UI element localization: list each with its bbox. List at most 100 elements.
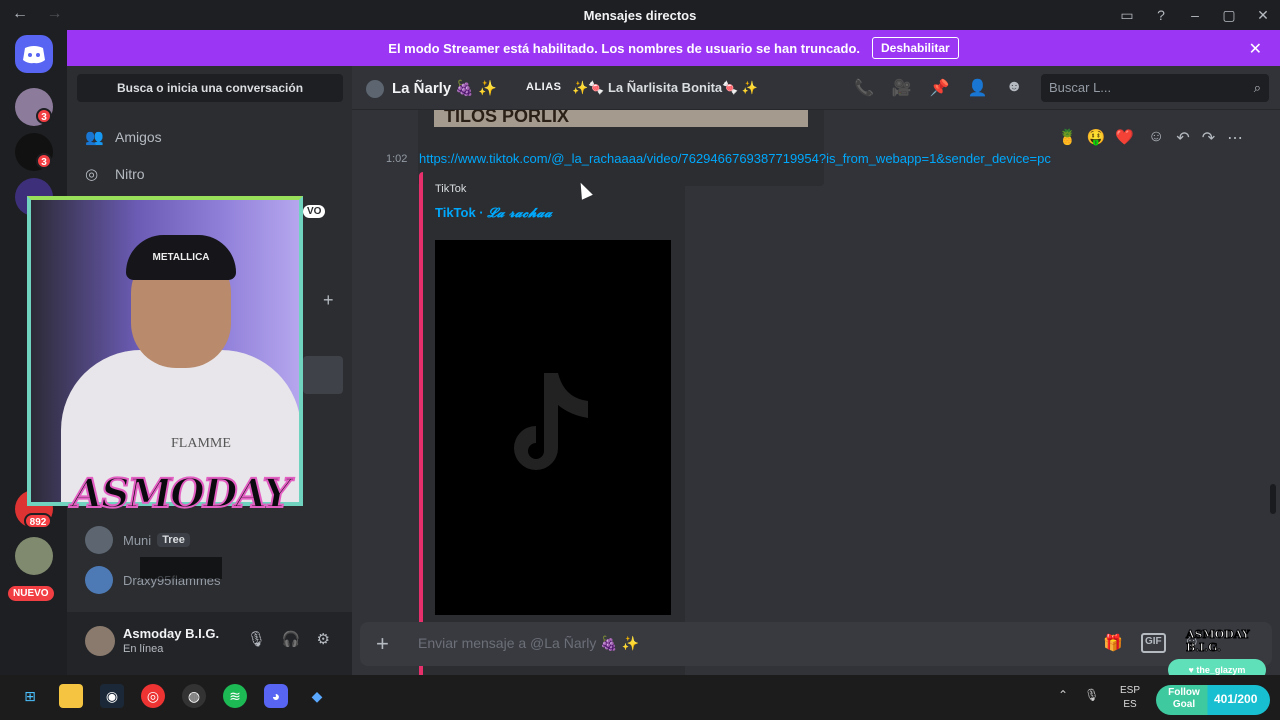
more-options-icon[interactable]: ⋯	[1227, 128, 1243, 148]
chrome-icon[interactable]: ◎	[141, 684, 165, 708]
add-reaction-icon[interactable]: ☺	[1148, 128, 1164, 148]
message-composer: + Enviar mensaje a @La Ñarly 🍇 ✨ 🎁 GIF ☺	[360, 622, 1272, 666]
avatar	[85, 566, 113, 594]
discord-logo-icon	[23, 46, 45, 64]
tiktok-logo-icon	[514, 372, 588, 470]
gift-icon[interactable]: 🎁	[1103, 633, 1123, 653]
mention-badge: 892	[24, 513, 52, 529]
maximize-icon[interactable]: ▢	[1212, 7, 1246, 24]
call-icon[interactable]: 📞	[854, 78, 874, 98]
reaction-bar: 🍍 🤑 ❤️	[1058, 128, 1134, 146]
taskbar: ⊞ ◉ ◎ ◍ ≋ ◕ ◆ ⌃ 🎙 ESP ES	[0, 675, 1280, 720]
new-badge: NUEVO	[8, 586, 54, 601]
spotify-icon[interactable]: ≋	[223, 684, 247, 708]
embed-title-name: 𝓛𝓪 𝓻𝓪𝓬𝓱𝓪𝓪	[487, 206, 552, 221]
search-icon: ⌕	[1253, 80, 1261, 95]
profile-icon[interactable]: ☻	[1006, 78, 1023, 98]
video-call-icon[interactable]: 🎥	[892, 78, 912, 98]
attach-plus-icon[interactable]: +	[376, 631, 389, 657]
reaction-pineapple[interactable]: 🍍	[1058, 128, 1077, 146]
microphone-icon[interactable]: 🎙	[247, 630, 266, 648]
chat-search-input[interactable]: Buscar L... ⌕	[1041, 74, 1269, 102]
disable-streamer-button[interactable]: Deshabilitar	[872, 37, 959, 59]
dm-avatar-icon	[366, 80, 384, 98]
header-toolbar: 📞 🎥 📌 👤 ☻	[854, 78, 1023, 98]
alias-value: ✨🍬 La Ñarlisita Bonita🍬 ✨	[572, 80, 759, 95]
add-dm-icon[interactable]: +	[323, 290, 334, 311]
user-panel: Asmoday B.I.G. En línea 🎙 🎧 ⚙	[67, 612, 352, 675]
webcam-overlay: METALLICA FLAMME	[27, 196, 303, 506]
nitro-label: Nitro	[115, 166, 145, 182]
brand-logo: ASMODAY B.I.G.	[1186, 628, 1251, 655]
mention-badge: 3	[36, 108, 52, 124]
close-icon[interactable]: ✕	[1246, 7, 1280, 24]
message-link[interactable]: https://www.tiktok.com/@_la_rachaaaa/vid…	[419, 151, 1051, 166]
message-actions: ☺ ↶ ↷ ⋯	[1148, 128, 1243, 148]
help-icon[interactable]: ?	[1144, 7, 1178, 23]
minimize-icon[interactable]: –	[1178, 7, 1212, 23]
dm-search-button[interactable]: Busca o inicia una conversación	[77, 74, 343, 102]
settings-gear-icon[interactable]: ⚙	[317, 630, 330, 648]
nitro-icon: ◎	[85, 166, 99, 183]
windows-start-icon[interactable]: ⊞	[18, 684, 42, 708]
selected-dm-highlight	[303, 356, 343, 394]
pin-icon[interactable]: 📌	[930, 78, 950, 98]
embed-provider: TikTok	[435, 183, 467, 195]
mention-badge: 3	[36, 153, 52, 169]
nitro-nav-item[interactable]: ◎ Nitro	[85, 165, 145, 183]
friends-label: Amigos	[115, 129, 162, 145]
channel-header: La Ñarly 🍇 ✨ ALIAS ✨🍬 La Ñarlisita Bonit…	[352, 66, 1280, 110]
voice-controls: 🎙 🎧 ⚙	[247, 630, 330, 648]
follow-goal-label: Follow Goal	[1168, 687, 1200, 710]
chevron-up-icon[interactable]: ⌃	[1058, 688, 1068, 702]
new-feature-badge: VO	[303, 205, 326, 218]
message-timestamp: 1:02	[386, 153, 408, 165]
app-icon[interactable]: ◆	[305, 684, 329, 708]
window-controls: ▭ ? – ▢ ✕	[1110, 0, 1280, 30]
friends-nav-item[interactable]: 👥 Amigos	[85, 128, 162, 146]
discord-home-icon[interactable]	[15, 35, 53, 73]
lang-line-1: ESP	[1120, 685, 1141, 696]
banner-text: El modo Streamer está habilitado. Los no…	[388, 40, 860, 56]
microphone-tray-icon[interactable]: 🎙	[1084, 688, 1099, 702]
language-indicator[interactable]: ESP ES	[1120, 684, 1140, 712]
discord-taskbar-icon[interactable]: ◕	[264, 684, 288, 708]
embed-title[interactable]: TikTok · 𝓛𝓪 𝓻𝓪𝓬𝓱𝓪𝓪	[435, 205, 552, 221]
inbox-icon[interactable]: ▭	[1110, 7, 1144, 24]
file-explorer-icon[interactable]	[59, 684, 83, 708]
user-name: Asmoday B.I.G.	[123, 626, 220, 641]
chat-scrollbar[interactable]	[1270, 484, 1276, 514]
user-status: En línea	[123, 643, 164, 655]
forward-icon[interactable]: ↷	[1202, 128, 1215, 148]
window-titlebar: ← → Mensajes directos ▭ ? – ▢ ✕	[0, 0, 1280, 30]
user-avatar[interactable]	[85, 626, 115, 656]
system-tray: ⌃ 🎙	[1058, 688, 1099, 702]
window-title: Mensajes directos	[583, 8, 697, 23]
embed-video[interactable]	[435, 240, 671, 615]
previous-embed-image[interactable]: TILOS PORLIX	[434, 110, 808, 127]
search-placeholder: Buscar L...	[1049, 80, 1112, 95]
streamer-mode-banner: El modo Streamer está habilitado. Los no…	[67, 30, 1280, 66]
follow-goal-widget: Follow Goal 401/200	[1156, 685, 1270, 715]
reaction-heart[interactable]: ❤️	[1115, 128, 1134, 146]
follow-user: the_glazym	[1196, 665, 1246, 675]
follow-goal-count: 401/200	[1214, 692, 1258, 706]
add-friends-icon[interactable]: 👤	[968, 78, 988, 98]
tiktok-embed: TikTok TikTok · 𝓛𝓪 𝓻𝓪𝓬𝓱𝓪𝓪	[419, 172, 685, 675]
friends-icon: 👥	[85, 129, 104, 146]
message-input[interactable]: Enviar mensaje a @La Ñarly 🍇 ✨	[418, 635, 639, 652]
headphones-icon[interactable]: 🎧	[282, 630, 301, 648]
obs-icon[interactable]: ◍	[182, 684, 206, 708]
lang-line-2: ES	[1123, 699, 1137, 710]
streamer-beanie: METALLICA	[126, 235, 236, 280]
reply-icon[interactable]: ↶	[1176, 128, 1189, 148]
banner-close-icon[interactable]: ✕	[1249, 39, 1262, 59]
server-icon[interactable]	[15, 537, 53, 575]
gif-icon[interactable]: GIF	[1140, 633, 1166, 653]
hoodie-text: FLAMME	[171, 436, 231, 451]
small-info-overlay	[140, 557, 222, 579]
channel-name: La Ñarly 🍇 ✨	[392, 80, 497, 97]
reaction-money-face[interactable]: 🤑	[1087, 128, 1106, 146]
steam-icon[interactable]: ◉	[100, 684, 124, 708]
alias-label: ALIAS	[526, 81, 562, 93]
